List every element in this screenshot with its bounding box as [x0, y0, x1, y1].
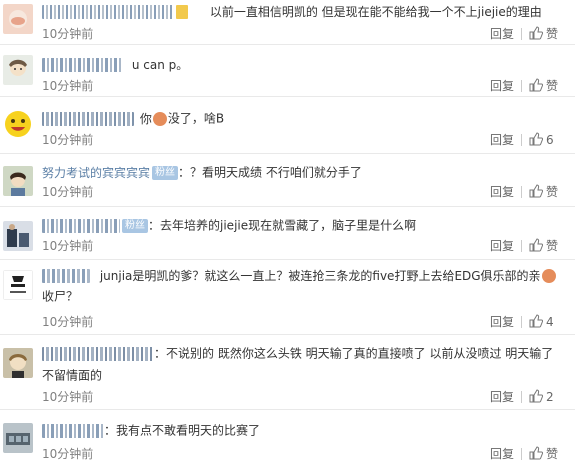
username[interactable] [42, 218, 120, 233]
divider [521, 186, 522, 198]
like-count: 2 [546, 390, 554, 404]
username[interactable] [42, 111, 134, 126]
comment-item: ：我有点不敢看明天的比赛了 10分钟前 回复 赞 [0, 410, 575, 468]
timestamp: 10分钟前 [42, 390, 94, 404]
like-button[interactable]: 赞 [529, 238, 558, 254]
username[interactable] [42, 423, 104, 438]
avatar[interactable] [3, 166, 33, 196]
reply-button[interactable]: 回复 [490, 184, 514, 200]
username-highlight [176, 4, 188, 19]
comment-item: 你没了，啥B 10分钟前 回复 6 [0, 97, 575, 154]
divider [521, 448, 522, 460]
avatar[interactable] [3, 348, 33, 378]
timestamp: 10分钟前 [42, 133, 94, 147]
avatar[interactable] [3, 423, 33, 453]
thumbs-up-icon [529, 238, 544, 252]
comment-text: 你 [139, 111, 152, 126]
thumbs-up-icon [529, 446, 544, 460]
reply-button[interactable]: 回复 [490, 314, 514, 330]
divider [521, 28, 522, 40]
like-button[interactable]: 4 [529, 314, 554, 330]
comment-item: 粉丝 ：去年培养的jiejie现在就雪藏了，脑子里是什么啊 10分钟前 回复 赞 [0, 207, 575, 260]
thumbs-up-icon [529, 132, 544, 146]
reply-button[interactable]: 回复 [490, 238, 514, 254]
avatar-emoji-icon [152, 111, 167, 126]
comment-text: u can p。 [131, 57, 189, 72]
reply-button[interactable]: 回复 [490, 78, 514, 94]
fan-badge: 粉丝 [122, 218, 148, 233]
comment-item: ：不说别的 既然你这么头铁 明天输了真的直接喷了 以前从没喷过 明天输了 不留情… [0, 335, 575, 410]
comment-text: 不说别的 既然你这么头铁 明天输了真的直接喷了 以前从没喷过 明天输了 [166, 346, 554, 361]
username[interactable] [42, 57, 122, 72]
thumbs-up-icon [529, 389, 544, 403]
comment-text-continued: 不留情面的 [42, 368, 103, 383]
fan-badge: 粉丝 [152, 165, 179, 180]
timestamp: 10分钟前 [42, 239, 94, 253]
timestamp: 10分钟前 [42, 27, 94, 41]
avatar-emoji-icon [541, 268, 556, 283]
avatar[interactable] [3, 221, 33, 251]
comment-item: 努力考试的宾宾宾宾 粉丝 ：？看明天成绩 不行咱们就分手了 10分钟前 回复 赞 [0, 154, 575, 207]
divider [521, 391, 522, 403]
username[interactable] [42, 346, 154, 361]
username[interactable] [42, 268, 90, 283]
avatar[interactable] [3, 55, 33, 85]
comment-item: u can p。 10分钟前 回复 赞 [0, 45, 575, 97]
divider [521, 134, 522, 146]
divider [521, 240, 522, 252]
thumbs-up-icon [529, 78, 544, 92]
avatar[interactable] [3, 4, 33, 34]
comment-text-continued: 收尸？ [42, 289, 79, 304]
comment-item: 以前一直相信明凯的 但是现在能不能给我一个不上jiejie的理由 10分钟前 回… [0, 0, 575, 45]
timestamp: 10分钟前 [42, 185, 94, 199]
avatar[interactable] [3, 109, 33, 139]
divider [521, 80, 522, 92]
like-count: 4 [546, 315, 554, 329]
like-count: 6 [546, 133, 554, 147]
reply-button[interactable]: 回复 [490, 132, 514, 148]
like-button[interactable]: 赞 [529, 184, 558, 200]
like-button[interactable]: 赞 [529, 78, 558, 94]
comment-text: ？看明天成绩 不行咱们就分手了 [190, 165, 362, 180]
comment-text: 以前一直相信明凯的 但是现在能不能给我一个不上jiejie的理由 [209, 4, 542, 19]
comment-text-continued: 没了，啥B [167, 111, 225, 126]
reply-button[interactable]: 回复 [490, 446, 514, 462]
username[interactable] [42, 4, 174, 19]
timestamp: 10分钟前 [42, 315, 94, 329]
thumbs-up-icon [529, 26, 544, 40]
timestamp: 10分钟前 [42, 447, 94, 461]
like-button[interactable]: 2 [529, 389, 554, 405]
thumbs-up-icon [529, 314, 544, 328]
comment-text: junjia是明凯的爹？就这么一直上？被连抢三条龙的five打野上去给EDG俱乐… [99, 268, 541, 283]
like-button[interactable]: 赞 [529, 446, 558, 462]
reply-button[interactable]: 回复 [490, 26, 514, 42]
reply-button[interactable]: 回复 [490, 389, 514, 405]
comment-item: junjia是明凯的爹？就这么一直上？被连抢三条龙的five打野上去给EDG俱乐… [0, 260, 575, 335]
username[interactable]: 努力考试的宾宾宾宾 [42, 163, 150, 183]
like-button[interactable]: 赞 [529, 26, 558, 42]
avatar[interactable] [3, 270, 33, 300]
thumbs-up-icon [529, 184, 544, 198]
divider [521, 316, 522, 328]
timestamp: 10分钟前 [42, 79, 94, 93]
comment-text: 我有点不敢看明天的比赛了 [116, 423, 261, 438]
comment-text: 去年培养的jiejie现在就雪藏了，脑子里是什么啊 [160, 218, 417, 233]
like-button[interactable]: 6 [529, 132, 554, 148]
